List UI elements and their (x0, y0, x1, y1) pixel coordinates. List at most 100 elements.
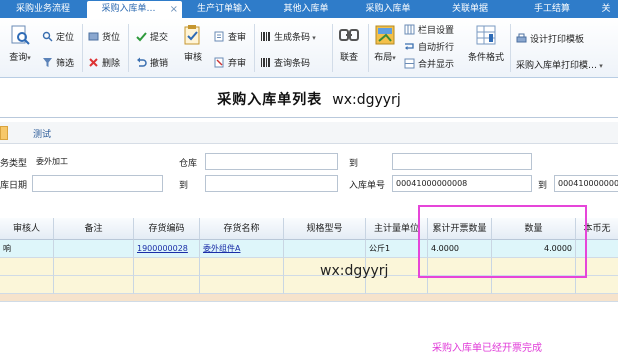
withdraw-button[interactable]: 撤销 (136, 56, 168, 72)
joint-query-button[interactable]: 联查 (336, 24, 362, 63)
tab-manual-settlement[interactable]: 手工结算 (512, 0, 592, 18)
warehouse-to-field[interactable] (392, 153, 532, 170)
ribbon-separator (128, 24, 129, 72)
warehouse-label: 仓库 (179, 159, 198, 169)
column-header-inventory-code[interactable]: 存货编码 (134, 218, 200, 240)
column-header-note[interactable]: 备注 (54, 218, 134, 240)
columns-icon (404, 24, 415, 35)
column-header-inventory-name[interactable]: 存货名称 (200, 218, 284, 240)
wrap-icon (405, 43, 414, 50)
grid-watermark: wx:dgyyrj (320, 263, 389, 279)
query-barcode-button[interactable]: 查询条码 (260, 56, 310, 72)
to-label: 到 (349, 159, 359, 169)
query-scheme-tabs: 测试 (0, 122, 618, 144)
close-icon[interactable]: × (170, 1, 178, 18)
receipt-number-from-field[interactable]: 00041000000008 (392, 175, 532, 192)
layout-icon (375, 25, 395, 45)
condition-format-icon (476, 25, 496, 45)
warehouse-field[interactable] (205, 153, 338, 170)
barcode-search-icon (261, 58, 270, 67)
design-print-template-button[interactable]: 设计打印模板 (516, 32, 584, 48)
to-label: 到 (538, 181, 548, 191)
abandon-audit-icon (214, 57, 224, 68)
tab-other-receipt[interactable]: 其他入库单 (266, 0, 346, 18)
empty-cell (200, 276, 284, 294)
column-settings-button[interactable]: 栏目设置 (404, 23, 454, 39)
business-type-field[interactable]: 委外加工 (32, 153, 140, 170)
empty-cell (492, 276, 576, 294)
annotation-note: 采购入库单已经开票完成 (432, 343, 542, 354)
ribbon-toolbar: 查询▾ 定位 筛选 货位 删除 提交 撤销 审核 查审 弃审 生成条码 ▾ 查询… (0, 18, 618, 78)
locate-icon (42, 31, 53, 42)
empty-cell (0, 258, 54, 276)
print-design-icon (516, 33, 527, 43)
divider (0, 117, 618, 118)
to-label: 到 (179, 181, 189, 191)
ribbon-separator (332, 24, 333, 72)
cell-inventory-name[interactable]: 委外组件A (200, 240, 284, 258)
delete-button[interactable]: 删除 (88, 56, 120, 72)
tab-more[interactable]: 关 (594, 0, 618, 18)
receipt-date-label: 库日期 (0, 181, 28, 191)
highlight-annotation-box (418, 205, 587, 278)
empty-cell (134, 276, 200, 294)
joint-query-icon (339, 29, 359, 41)
empty-cell (428, 276, 492, 294)
audit-icon (184, 25, 200, 45)
tab-purchase-flow[interactable]: 采购业务流程 (0, 0, 86, 18)
empty-cell (54, 258, 134, 276)
inventory-code-link[interactable]: 1900000028 (137, 244, 188, 253)
cell-auditor[interactable]: 响 (0, 240, 54, 258)
view-audit-button[interactable]: 查审 (214, 30, 246, 46)
tab-related-documents[interactable]: 关联单据 (430, 0, 510, 18)
cargo-position-button[interactable]: 货位 (88, 30, 120, 46)
empty-cell (0, 276, 54, 294)
page-title: 采购入库单列表 wx:dgyyrj (217, 92, 401, 108)
business-type-label: 务类型 (0, 159, 28, 169)
scheme-tab-marker[interactable] (0, 126, 8, 140)
cell-inventory-code[interactable]: 1900000028 (134, 240, 200, 258)
empty-cell (134, 258, 200, 276)
barcode-icon (261, 32, 270, 41)
ribbon-separator (254, 24, 255, 72)
cargo-icon (88, 32, 99, 41)
cell-note[interactable] (54, 240, 134, 258)
check-icon (136, 32, 147, 42)
empty-cell (54, 276, 134, 294)
summary-row (0, 294, 618, 302)
page-header: 采购入库单列表 wx:dgyyrj (0, 78, 618, 118)
undo-icon (137, 57, 147, 67)
layout-button[interactable]: 布局▾ (372, 24, 398, 63)
title-watermark: wx:dgyyrj (332, 92, 401, 108)
receipt-number-to-field[interactable]: 0004100000000 (554, 175, 618, 192)
tab-test-scheme[interactable]: 测试 (33, 127, 51, 140)
tab-purchase-receipt[interactable]: 采购入库单 (348, 0, 428, 18)
ribbon-separator (368, 24, 369, 72)
ribbon-separator (510, 24, 511, 72)
column-header-auditor[interactable]: 审核人 (0, 218, 54, 240)
inventory-name-link[interactable]: 委外组件A (203, 244, 240, 253)
filter-button[interactable]: 筛选 (42, 56, 74, 72)
tab-purchase-receipt-list[interactable]: 采购入库单… × (87, 1, 182, 18)
query-icon (11, 25, 30, 45)
merge-icon (404, 58, 415, 69)
audit-button[interactable]: 审核 (180, 24, 206, 63)
receipt-date-from-field[interactable] (32, 175, 163, 192)
cell-spec[interactable] (284, 240, 366, 258)
auto-wrap-button[interactable]: 自动折行 (404, 40, 454, 56)
column-header-spec[interactable]: 规格型号 (284, 218, 366, 240)
tab-production-order-entry[interactable]: 生产订单输入 (184, 0, 264, 18)
condition-format-button[interactable]: 条件格式 (466, 24, 506, 63)
query-button[interactable]: 查询▾ (6, 24, 34, 63)
empty-cell (576, 276, 618, 294)
delete-icon (89, 58, 98, 67)
generate-barcode-button[interactable]: 生成条码 ▾ (260, 30, 316, 46)
document-tab-bar: 采购业务流程 采购入库单… × 生产订单输入 其他入库单 采购入库单 关联单据 … (0, 0, 618, 18)
print-template-dropdown[interactable]: 采购入库单打印模… ▾ (516, 58, 603, 74)
receipt-date-to-field[interactable] (205, 175, 338, 192)
locate-button[interactable]: 定位 (42, 30, 74, 46)
filter-icon (43, 58, 52, 67)
merge-display-button[interactable]: 合并显示 (404, 57, 454, 73)
submit-button[interactable]: 提交 (136, 30, 168, 46)
abandon-audit-button[interactable]: 弃审 (214, 56, 246, 72)
